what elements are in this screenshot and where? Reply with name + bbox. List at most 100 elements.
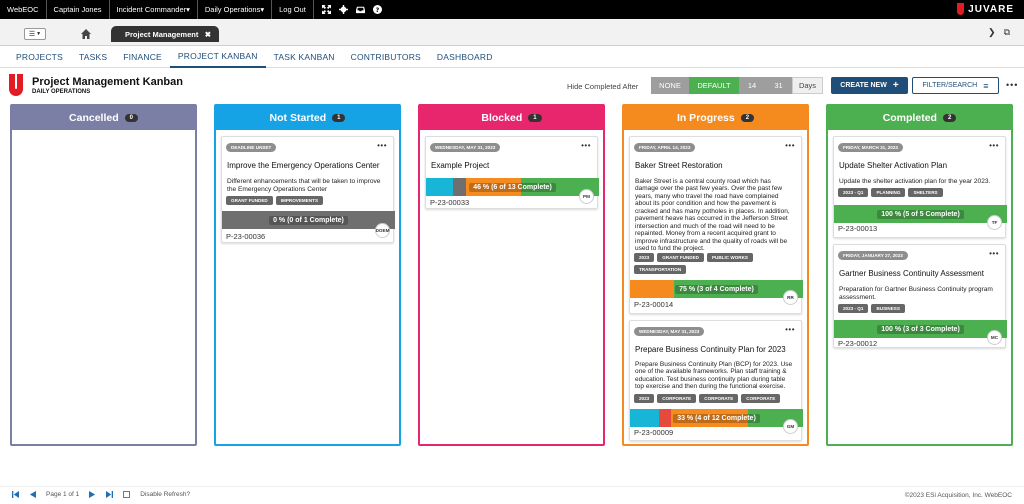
card-description: Baker Street is a central county road wh… bbox=[635, 178, 790, 253]
plus-icon: + bbox=[892, 80, 899, 91]
project-id: P-23-00014 bbox=[634, 300, 674, 309]
nav-dashboard[interactable]: DASHBOARD bbox=[429, 46, 501, 68]
column-header: Not Started 1 bbox=[216, 106, 399, 130]
nav-project-kanban[interactable]: PROJECT KANBAN bbox=[169, 46, 266, 68]
disable-refresh-checkbox[interactable] bbox=[123, 491, 131, 498]
card-menu-icon[interactable]: ••• bbox=[785, 325, 795, 334]
gear-icon[interactable] bbox=[338, 5, 348, 14]
caret-down-icon: ▼ bbox=[36, 31, 42, 37]
avatar: RR bbox=[783, 290, 798, 305]
create-new-button[interactable]: CREATE NEW + bbox=[831, 77, 908, 94]
nav-task-kanban[interactable]: TASK KANBAN bbox=[266, 46, 343, 68]
card-title: Improve the Emergency Operations Center bbox=[227, 161, 380, 170]
project-card[interactable]: WEDNESDAY, MAY 31, 2023 ••• Prepare Busi… bbox=[629, 320, 803, 441]
project-card[interactable]: DEADLINE UNSET ••• Improve the Emergency… bbox=[221, 136, 395, 243]
card-menu-icon[interactable]: ••• bbox=[377, 141, 387, 150]
tag: 2023 bbox=[634, 253, 655, 262]
logout-link[interactable]: Log Out bbox=[272, 0, 314, 19]
tag: CORPORATE bbox=[699, 394, 739, 403]
chevron-right-icon[interactable]: ❯ bbox=[988, 27, 996, 38]
progress-label: 46 % (6 of 13 Complete) bbox=[469, 182, 556, 192]
column-cancelled: Cancelled 0 bbox=[10, 104, 197, 446]
last-page-icon[interactable] bbox=[106, 491, 114, 498]
deadline-badge: WEDNESDAY, MAY 31, 2023 bbox=[430, 143, 501, 152]
tab-project-management[interactable]: Project Management ✖ bbox=[111, 26, 219, 42]
nav-tasks[interactable]: TASKS bbox=[71, 46, 115, 68]
juvare-logo: JUVARE bbox=[957, 3, 1014, 15]
tag: BUSINESS bbox=[871, 304, 905, 313]
close-icon[interactable]: ✖ bbox=[205, 30, 211, 39]
count-badge: 2 bbox=[740, 114, 755, 122]
page-indicator: Page 1 of 1 bbox=[46, 491, 80, 498]
topbar-incident[interactable]: Daily Operations▾ bbox=[198, 0, 273, 19]
project-id: P-23-00009 bbox=[634, 428, 674, 437]
topbar-position[interactable]: Incident Commander▾ bbox=[110, 0, 198, 19]
option-14[interactable]: 14 bbox=[739, 77, 765, 94]
tag: SHELTERS bbox=[908, 188, 943, 197]
project-card[interactable]: WEDNESDAY, MAY 31, 2023 ••• Example Proj… bbox=[425, 136, 599, 209]
option-default[interactable]: DEFAULT bbox=[689, 77, 739, 94]
days-label: Days bbox=[792, 77, 823, 94]
card-title: Baker Street Restoration bbox=[635, 161, 723, 170]
main-nav: PROJECTS TASKS FINANCE PROJECT KANBAN TA… bbox=[0, 46, 1024, 68]
count-badge: 1 bbox=[332, 114, 346, 122]
prev-page-icon[interactable] bbox=[29, 491, 36, 498]
avatar: MC bbox=[987, 330, 1002, 345]
project-card[interactable]: FRIDAY, MARCH 31, 2023 ••• Update Shelte… bbox=[833, 136, 1007, 238]
home-button[interactable] bbox=[76, 27, 96, 41]
tag: TRANSPORTATION bbox=[634, 265, 687, 274]
external-link-icon[interactable]: ⧉ bbox=[1004, 27, 1010, 38]
expand-icon[interactable] bbox=[321, 5, 331, 14]
inbox-icon[interactable] bbox=[355, 5, 365, 14]
svg-text:?: ? bbox=[375, 7, 379, 14]
nav-projects[interactable]: PROJECTS bbox=[8, 46, 71, 68]
tag: 2023 - Q1 bbox=[838, 304, 869, 313]
option-none[interactable]: NONE bbox=[651, 77, 689, 94]
hamburger-icon: ☰ bbox=[28, 31, 36, 38]
help-icon[interactable]: ? bbox=[372, 5, 382, 14]
card-menu-icon[interactable]: ••• bbox=[989, 249, 999, 258]
tag: 2023 - Q1 bbox=[838, 188, 869, 197]
column-header: Completed 2 bbox=[828, 106, 1011, 130]
card-menu-icon[interactable]: ••• bbox=[785, 141, 795, 150]
card-description: Different enhancements that will be take… bbox=[227, 178, 381, 193]
first-page-icon[interactable] bbox=[12, 491, 19, 498]
deadline-badge: DEADLINE UNSET bbox=[226, 143, 277, 152]
card-title: Prepare Business Continuity Plan for 202… bbox=[635, 345, 786, 354]
tag: 2023 bbox=[634, 394, 655, 403]
progress-label: 100 % (3 of 3 Complete) bbox=[877, 324, 964, 334]
progress-label: 75 % (3 of 4 Complete) bbox=[675, 284, 758, 294]
progress-label: 33 % (4 of 12 Complete) bbox=[673, 413, 760, 423]
kanban-board: Cancelled 0 Not Started 1 DEADLINE UNSET •… bbox=[0, 104, 1024, 484]
deadline-badge: FRIDAY, JANUARY 27, 2023 bbox=[838, 251, 908, 260]
avatar: PM bbox=[579, 189, 594, 204]
hide-completed-selector: NONE DEFAULT 14 31 Days bbox=[651, 77, 823, 94]
page-title: Project Management Kanban bbox=[32, 76, 183, 88]
column-not-started: Not Started 1 DEADLINE UNSET ••• Improve … bbox=[214, 104, 401, 446]
juvare-logo-icon bbox=[9, 74, 23, 96]
card-description: Prepare Business Continuity Plan (BCP) f… bbox=[635, 361, 793, 391]
menu-button[interactable]: ☰ ▼ bbox=[24, 28, 46, 40]
card-title: Gartner Business Continuity Assessment bbox=[839, 269, 984, 278]
option-31[interactable]: 31 bbox=[765, 77, 792, 94]
column-header: Blocked 1 bbox=[420, 106, 603, 130]
next-page-icon[interactable] bbox=[89, 491, 96, 498]
nav-contributors[interactable]: CONTRIBUTORS bbox=[343, 46, 429, 68]
project-id: P-23-00012 bbox=[838, 339, 878, 348]
column-header: Cancelled 0 bbox=[12, 106, 195, 130]
project-card[interactable]: FRIDAY, JANUARY 27, 2023 ••• Gartner Bus… bbox=[833, 244, 1007, 348]
tab-strip: ☰ ▼ Project Management ✖ ❯ ⧉ bbox=[0, 19, 1024, 46]
column-in-progress: In Progress 2 FRIDAY, APRIL 14, 2023 ••• … bbox=[622, 104, 809, 446]
tag: PUBLIC WORKS bbox=[706, 253, 753, 262]
filter-search-button[interactable]: FILTER/SEARCH ≡ bbox=[912, 77, 999, 94]
card-menu-icon[interactable]: ••• bbox=[581, 141, 591, 150]
progress-label: 100 % (5 of 5 Complete) bbox=[877, 209, 964, 219]
more-options-icon[interactable]: ••• bbox=[1006, 80, 1018, 90]
topbar-webeoc[interactable]: WebEOC bbox=[0, 0, 47, 19]
card-menu-icon[interactable]: ••• bbox=[989, 141, 999, 150]
nav-finance[interactable]: FINANCE bbox=[115, 46, 170, 68]
project-card[interactable]: FRIDAY, APRIL 14, 2023 ••• Baker Street … bbox=[629, 136, 803, 314]
card-description: Preparation for Gartner Business Continu… bbox=[839, 286, 993, 301]
topbar-user[interactable]: Captain Jones bbox=[47, 0, 110, 19]
avatar: DOEM bbox=[375, 223, 390, 238]
